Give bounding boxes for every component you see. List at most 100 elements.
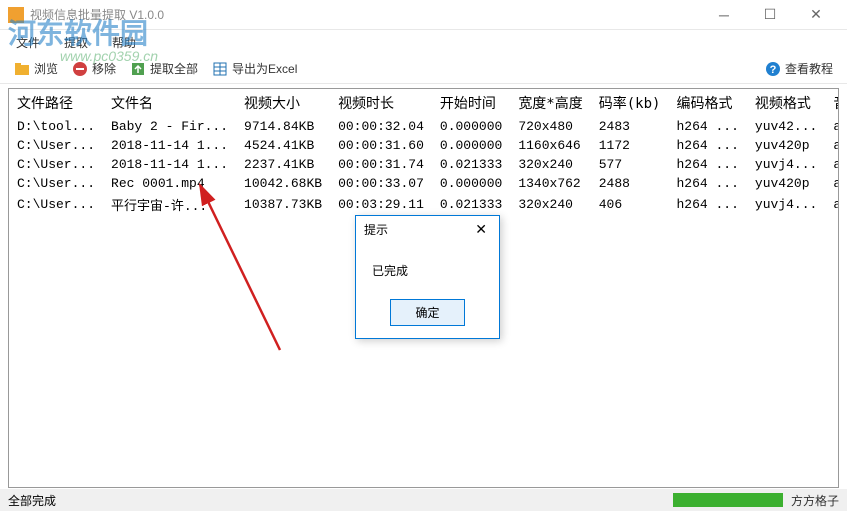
- cell-path: C:\User...: [9, 155, 103, 174]
- cell-vcodec: h264 ...: [668, 155, 746, 174]
- col-duration[interactable]: 视频时长: [330, 89, 432, 117]
- cell-path: C:\User...: [9, 193, 103, 216]
- col-vformat[interactable]: 视频格式: [747, 89, 825, 117]
- cell-start: 0.000000: [432, 136, 510, 155]
- cell-vformat: yuv420p: [747, 136, 825, 155]
- dialog-ok-button[interactable]: 确定: [390, 299, 464, 326]
- help-icon: ?: [765, 61, 781, 77]
- close-button[interactable]: ✕: [793, 0, 839, 30]
- message-dialog: 提示 ✕ 已完成 确定: [355, 215, 500, 339]
- col-bitrate[interactable]: 码率(kb): [591, 89, 669, 117]
- cell-audio: aac: [825, 174, 839, 193]
- cell-wh: 1340x762: [510, 174, 590, 193]
- folder-icon: [14, 61, 30, 77]
- cell-vcodec: h264 ...: [668, 136, 746, 155]
- maximize-button[interactable]: ☐: [747, 0, 793, 30]
- cell-duration: 00:00:31.74: [330, 155, 432, 174]
- menu-file[interactable]: 文件: [6, 32, 50, 53]
- progress-fill: [673, 493, 783, 507]
- window-title: 视频信息批量提取 V1.0.0: [30, 6, 701, 23]
- cell-size: 4524.41KB: [236, 136, 330, 155]
- cell-wh: 320x240: [510, 155, 590, 174]
- cell-bitrate: 406: [591, 193, 669, 216]
- menu-extract[interactable]: 提取: [54, 32, 98, 53]
- table-row[interactable]: D:\tool...Baby 2 - Fir...9714.84KB00:00:…: [9, 117, 839, 136]
- cell-duration: 00:03:29.11: [330, 193, 432, 216]
- app-icon: [8, 7, 24, 23]
- col-name[interactable]: 文件名: [103, 89, 236, 117]
- cell-name: Rec 0001.mp4: [103, 174, 236, 193]
- table-row[interactable]: C:\User...2018-11-14 1...4524.41KB00:00:…: [9, 136, 839, 155]
- cell-size: 10042.68KB: [236, 174, 330, 193]
- data-table: 文件路径 文件名 视频大小 视频时长 开始时间 宽度*高度 码率(kb) 编码格…: [9, 89, 839, 216]
- col-audio[interactable]: 音频: [825, 89, 839, 117]
- cell-duration: 00:00:31.60: [330, 136, 432, 155]
- remove-icon: [72, 61, 88, 77]
- cell-start: 0.021333: [432, 155, 510, 174]
- window-controls: ─ ☐ ✕: [701, 0, 839, 30]
- cell-bitrate: 1172: [591, 136, 669, 155]
- cell-name: 平行宇宙-许...: [103, 193, 236, 216]
- progress-bar: [673, 493, 783, 507]
- cell-audio: aac: [825, 136, 839, 155]
- cell-name: 2018-11-14 1...: [103, 155, 236, 174]
- remove-button[interactable]: 移除: [66, 58, 122, 79]
- cell-bitrate: 2483: [591, 117, 669, 136]
- table-header-row: 文件路径 文件名 视频大小 视频时长 开始时间 宽度*高度 码率(kb) 编码格…: [9, 89, 839, 117]
- cell-vformat: yuvj4...: [747, 193, 825, 216]
- cell-vcodec: h264 ...: [668, 117, 746, 136]
- cell-wh: 1160x646: [510, 136, 590, 155]
- menubar: 文件 提取 帮助: [0, 30, 847, 54]
- cell-bitrate: 577: [591, 155, 669, 174]
- cell-vformat: yuv420p: [747, 174, 825, 193]
- status-text: 全部完成: [8, 492, 56, 509]
- cell-start: 0.021333: [432, 193, 510, 216]
- brand-label: 方方格子: [791, 492, 839, 509]
- cell-vcodec: h264 ...: [668, 174, 746, 193]
- dialog-message: 已完成: [372, 264, 408, 278]
- tutorial-label: 查看教程: [785, 60, 833, 77]
- table-row[interactable]: C:\User...2018-11-14 1...2237.41KB00:00:…: [9, 155, 839, 174]
- col-vcodec[interactable]: 编码格式: [668, 89, 746, 117]
- cell-start: 0.000000: [432, 174, 510, 193]
- cell-size: 2237.41KB: [236, 155, 330, 174]
- cell-size: 9714.84KB: [236, 117, 330, 136]
- browse-label: 浏览: [34, 60, 58, 77]
- col-size[interactable]: 视频大小: [236, 89, 330, 117]
- cell-vformat: yuvj4...: [747, 155, 825, 174]
- extract-all-label: 提取全部: [150, 60, 198, 77]
- cell-start: 0.000000: [432, 117, 510, 136]
- cell-vformat: yuv42...: [747, 117, 825, 136]
- cell-size: 10387.73KB: [236, 193, 330, 216]
- cell-wh: 320x240: [510, 193, 590, 216]
- svg-text:?: ?: [770, 64, 777, 76]
- dialog-body: 已完成: [356, 242, 499, 291]
- col-wh[interactable]: 宽度*高度: [510, 89, 590, 117]
- minimize-button[interactable]: ─: [701, 0, 747, 30]
- cell-duration: 00:00:33.07: [330, 174, 432, 193]
- cell-bitrate: 2488: [591, 174, 669, 193]
- dialog-close-button[interactable]: ✕: [471, 221, 491, 238]
- dialog-footer: 确定: [356, 291, 499, 338]
- cell-audio: aac: [825, 117, 839, 136]
- cell-duration: 00:00:32.04: [330, 117, 432, 136]
- col-path[interactable]: 文件路径: [9, 89, 103, 117]
- titlebar: 视频信息批量提取 V1.0.0 ─ ☐ ✕: [0, 0, 847, 30]
- dialog-title-text: 提示: [364, 221, 388, 238]
- col-start[interactable]: 开始时间: [432, 89, 510, 117]
- cell-name: 2018-11-14 1...: [103, 136, 236, 155]
- cell-path: D:\tool...: [9, 117, 103, 136]
- cell-audio: aac: [825, 193, 839, 216]
- table-row[interactable]: C:\User...Rec 0001.mp410042.68KB00:00:33…: [9, 174, 839, 193]
- table-row[interactable]: C:\User...平行宇宙-许...10387.73KB00:03:29.11…: [9, 193, 839, 216]
- browse-button[interactable]: 浏览: [8, 58, 64, 79]
- export-excel-button[interactable]: 导出为Excel: [206, 58, 303, 79]
- remove-label: 移除: [92, 60, 116, 77]
- cell-wh: 720x480: [510, 117, 590, 136]
- excel-icon: [212, 61, 228, 77]
- cell-path: C:\User...: [9, 174, 103, 193]
- extract-icon: [130, 61, 146, 77]
- menu-help[interactable]: 帮助: [102, 32, 146, 53]
- tutorial-link[interactable]: ? 查看教程: [759, 58, 839, 79]
- extract-all-button[interactable]: 提取全部: [124, 58, 204, 79]
